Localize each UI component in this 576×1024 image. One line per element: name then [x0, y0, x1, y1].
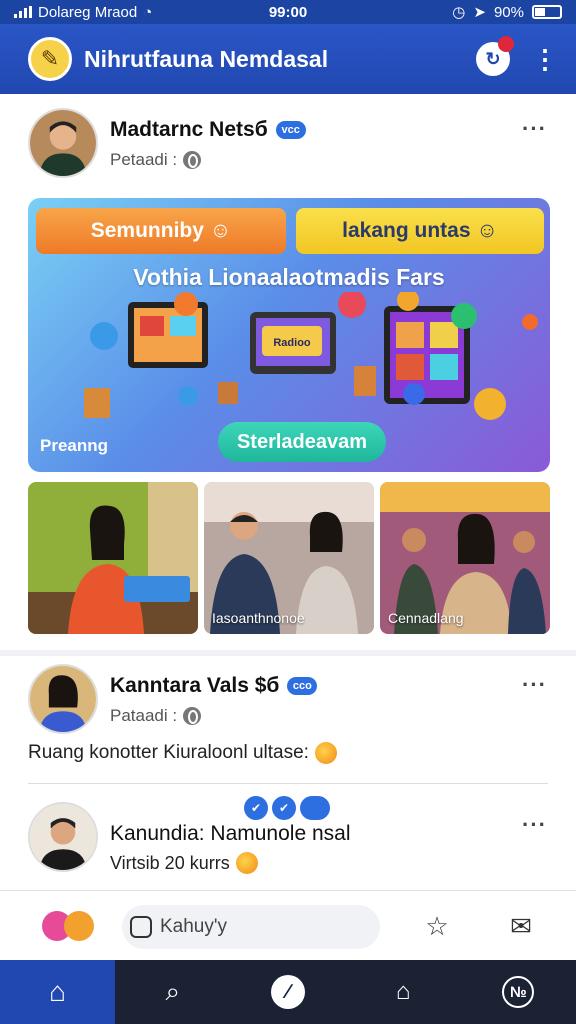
post-author[interactable]: Kanntara Vals $б cco — [110, 674, 318, 698]
globe-icon — [183, 707, 202, 725]
post-time: Pataadi : — [110, 706, 178, 725]
profile-icon: № — [502, 976, 535, 1008]
notification-icon[interactable]: ↻ — [476, 36, 514, 76]
avatar[interactable] — [28, 664, 98, 734]
compose-placeholder: Kahuy'y — [160, 916, 228, 937]
nav-search[interactable]: ⌕ — [115, 960, 230, 1024]
nav-compose[interactable]: ∕ — [230, 960, 345, 1024]
avatar[interactable] — [28, 108, 98, 178]
post-meta: Petaadi : — [110, 150, 202, 170]
banner-headline: Vothia Lionaalaotmadis Fars — [133, 264, 445, 290]
comment-body: Virtsib 20 kurrs — [110, 852, 230, 873]
post-author[interactable]: Madtarnc Netsб vcc — [110, 118, 306, 142]
banner-illustration: Radioo — [84, 292, 538, 420]
comment-author[interactable]: Kanundia: Namunolе nsal — [110, 822, 351, 846]
home-icon: ⌂ — [49, 976, 67, 1007]
photo-caption: Iasoanthnonoe — [212, 610, 305, 626]
like-reaction-icon: ✔ — [272, 796, 296, 820]
reactions[interactable]: ✔ ✔ — [244, 796, 330, 820]
compose-icon: ∕ — [270, 975, 305, 1009]
comment-avatar[interactable] — [28, 802, 98, 872]
mail-icon[interactable]: ✉ — [506, 911, 536, 941]
tablet-left-icon — [128, 302, 208, 368]
author-name: Madtarnc Netsб — [110, 118, 268, 141]
more-options-icon[interactable]: ··· — [522, 812, 547, 838]
photo-tile[interactable]: Cennadlang — [380, 482, 550, 634]
photo-caption: Cennadlang — [388, 610, 464, 626]
notifications-icon: ⌂ — [395, 978, 411, 1005]
alarm-icon: ◷ — [452, 4, 466, 21]
promo-banner[interactable]: Semunniby ☺ lakang untas ☺ Vothia Lionaa… — [28, 198, 550, 472]
banner-pill-left[interactable]: Semunniby ☺ — [36, 208, 286, 254]
photo-tile[interactable]: Iasoanthnonoe — [204, 482, 374, 634]
bottom-nav: ⌂ ⌕ ∕ ⌂ № — [0, 960, 576, 1024]
notification-badge — [498, 36, 514, 52]
verified-badge: cco — [287, 677, 318, 695]
banner-pill-right[interactable]: lakang untas ☺ — [296, 208, 544, 254]
wifi-icon: ◔ — [143, 3, 153, 21]
screen-label: Radioo — [273, 337, 311, 349]
photo-tile[interactable] — [28, 482, 198, 634]
book-icon[interactable]: ✎ — [28, 37, 72, 81]
nav-home[interactable]: ⌂ — [0, 960, 116, 1024]
location-icon: ➤ — [473, 4, 486, 21]
like-reaction-icon: ✔ — [244, 796, 268, 820]
author-name: Kanntara Vals $б — [110, 674, 280, 697]
fire-emoji-icon — [314, 742, 337, 764]
banner-left-label: Preanng — [40, 436, 109, 455]
verified-badge: vcc — [275, 121, 306, 139]
compose-input[interactable]: Kahuy'y — [122, 905, 380, 949]
emoji-icon: ☺ — [476, 219, 498, 242]
comment-text: Virtsib 20 kurrs — [110, 852, 258, 874]
banner-cta-button[interactable]: Sterladeavam — [218, 422, 386, 462]
status-bar: Dolareg Mraod ◔ 99:00 ◷ ➤ 90% — [0, 0, 576, 24]
divider — [28, 783, 548, 784]
post-meta: Pataadi : — [110, 706, 202, 726]
star-icon[interactable]: ☆ — [422, 911, 452, 941]
fire-emoji-icon — [235, 852, 258, 874]
search-icon: ⌕ — [165, 976, 181, 1006]
carrier-name: Dolareg Mraod — [38, 3, 138, 21]
reaction-pill — [300, 796, 330, 820]
post-text: Ruang konotter Kiuraloonl ultasе: — [28, 742, 337, 764]
more-options-icon[interactable]: ··· — [522, 672, 547, 698]
more-options-icon[interactable]: ··· — [522, 116, 547, 142]
post-card: Kanntara Vals $б cco Pataadi : ··· Ruang… — [0, 656, 576, 890]
pill-right-label: lakang untas — [342, 219, 471, 242]
globe-icon — [183, 151, 202, 169]
app-title: Nihrutfauna Nemdasal — [84, 45, 329, 72]
composer-bar: Kahuy'y ☆ ✉ — [0, 890, 576, 960]
post-body-text: Ruang konotter Kiuraloonl ultasе: — [28, 742, 309, 763]
nav-notifications[interactable]: ⌂ — [346, 960, 461, 1024]
emoji-icon: ☺ — [209, 219, 232, 242]
story-icon[interactable] — [42, 911, 94, 941]
pill-left-label: Semunniby — [90, 219, 204, 242]
post-time: Petaadi : — [110, 150, 178, 169]
tablet-center-icon: Radioo — [250, 312, 336, 374]
shield-icon — [130, 916, 152, 938]
battery-percent: 90% — [493, 3, 524, 21]
signal-icon — [14, 6, 32, 18]
battery-icon — [532, 5, 562, 19]
nav-profile[interactable]: № — [461, 960, 576, 1024]
post-card: Madtarnc Netsб vcc Petaadi : ··· Semunni… — [0, 94, 576, 650]
app-header: ✎ Nihrutfauna Nemdasal ↻ ⋮ — [0, 24, 576, 94]
kebab-menu-icon[interactable]: ⋮ — [532, 46, 558, 72]
